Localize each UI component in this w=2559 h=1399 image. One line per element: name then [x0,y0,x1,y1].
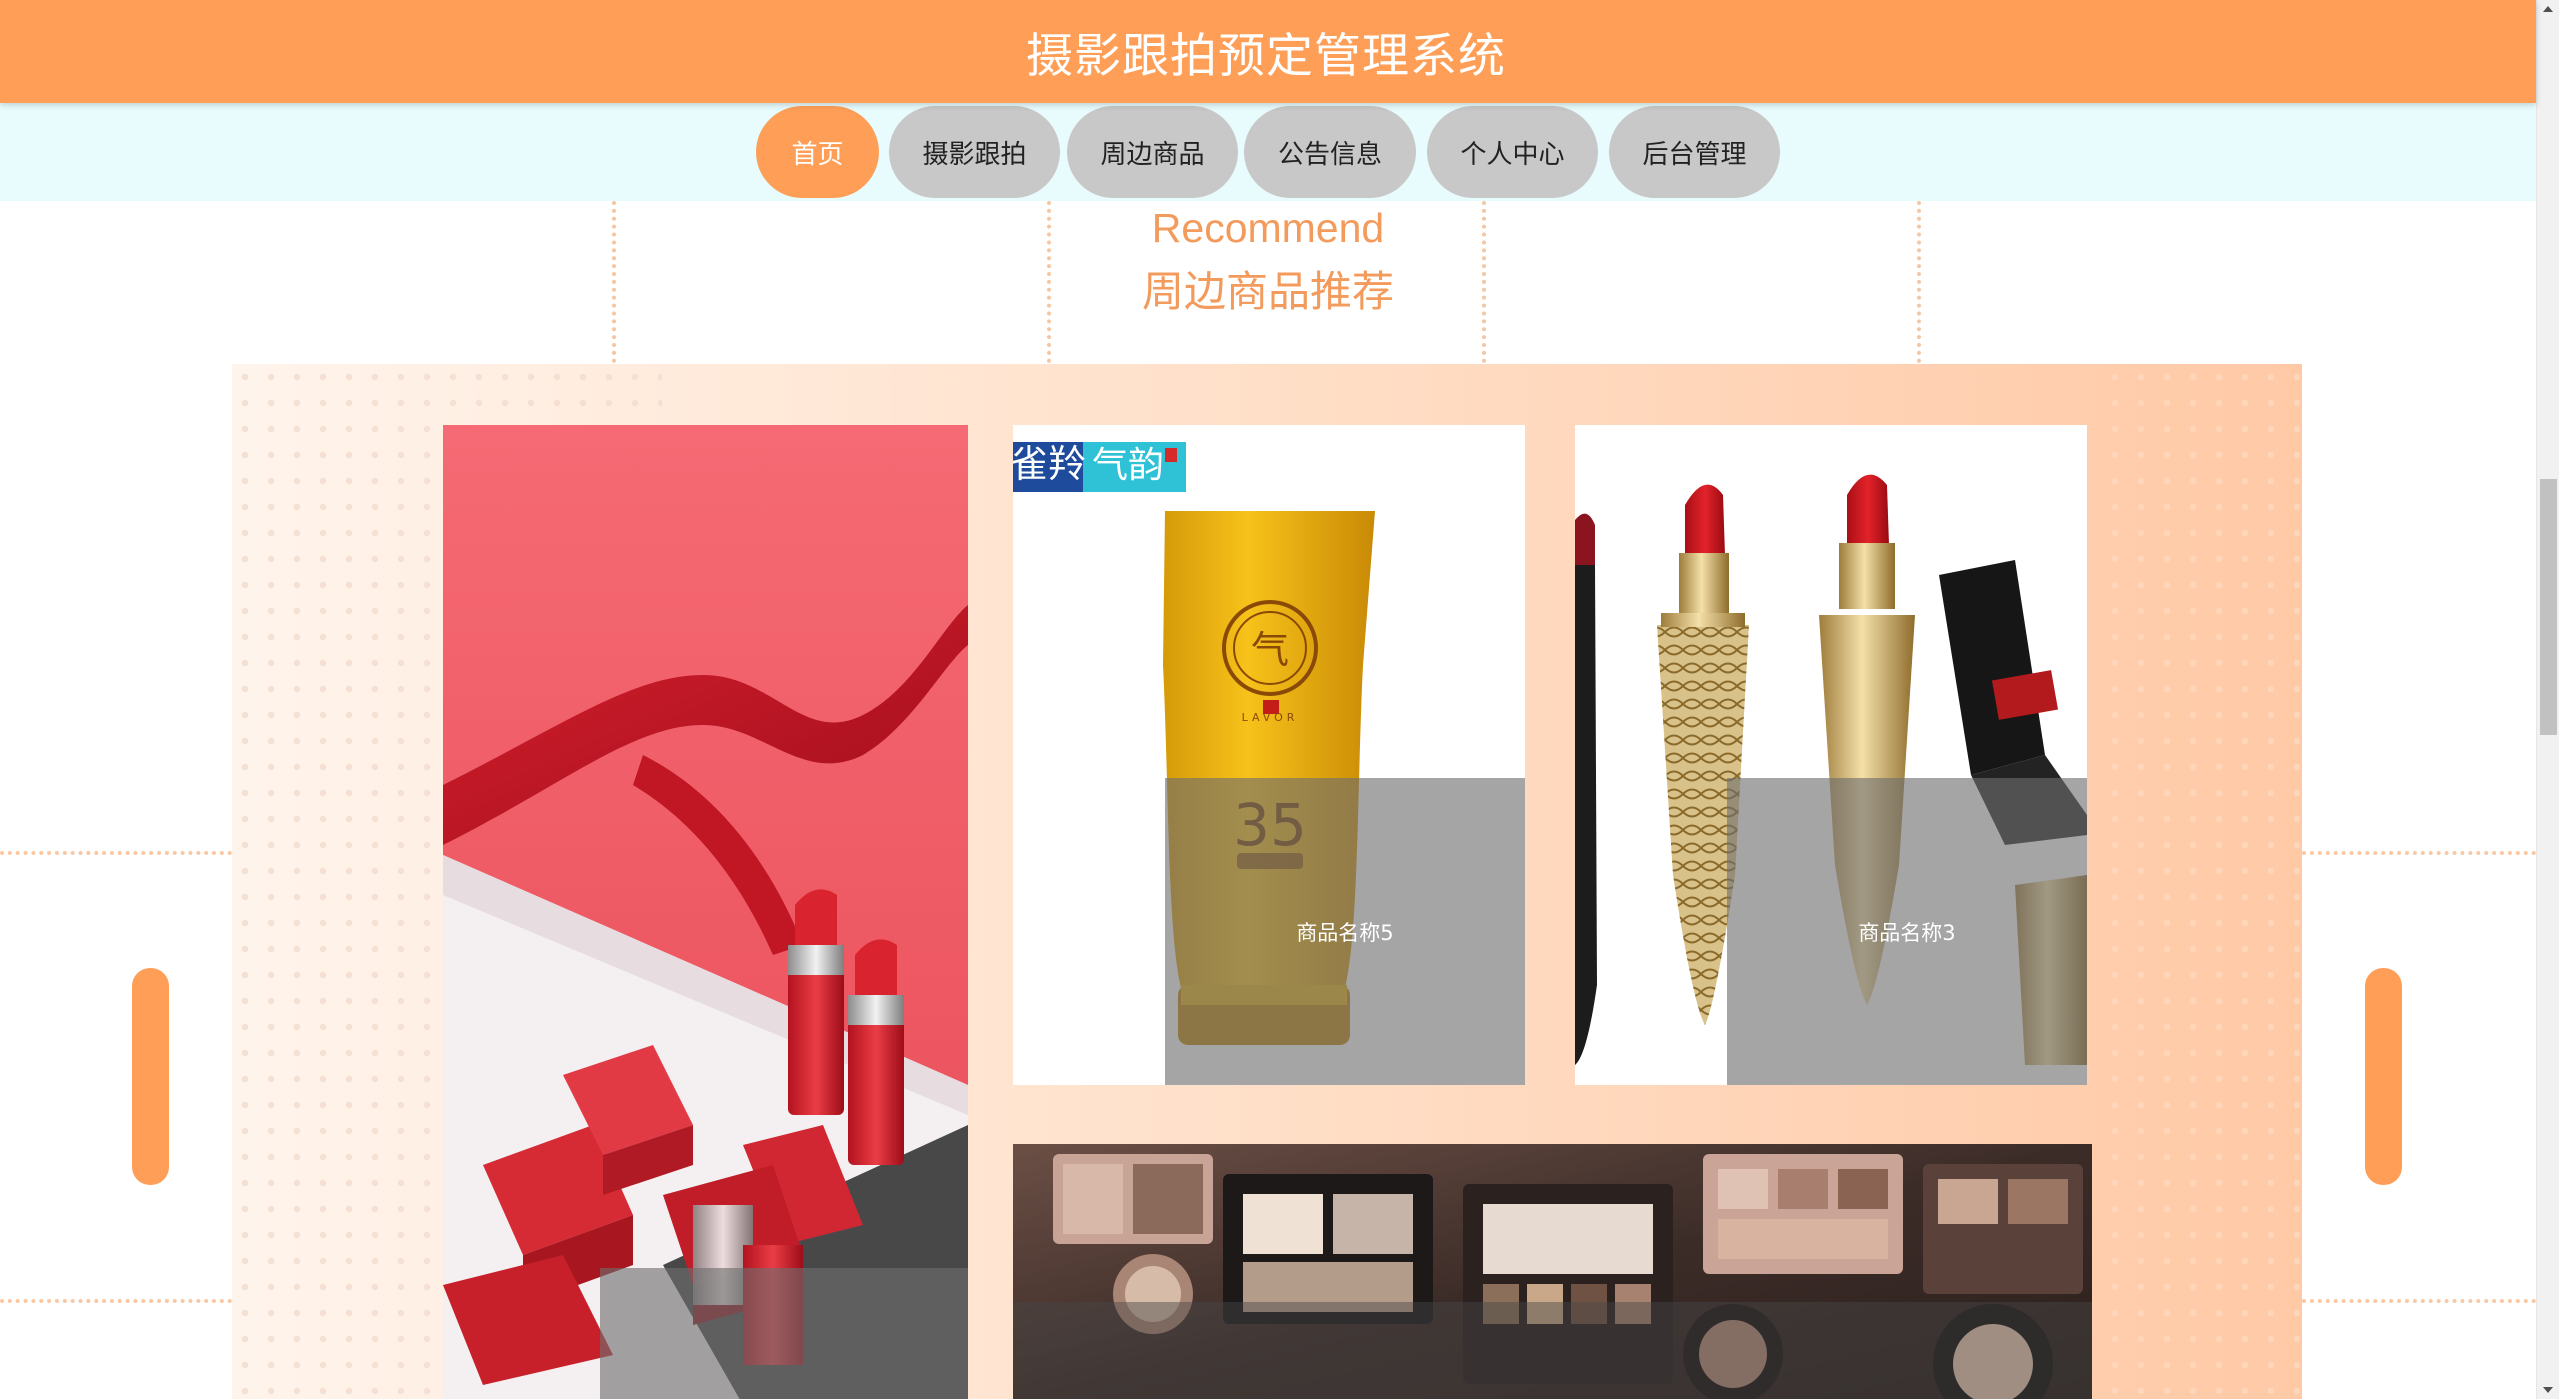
nav-item-announcements[interactable]: 公告信息 [1244,106,1416,198]
nav-item-photography[interactable]: 摄影跟拍 [889,106,1060,198]
red-lipstick-image [443,425,968,1399]
tube-logo: 气 [1251,628,1289,672]
nav-item-home[interactable]: 首页 [756,106,879,198]
product-name-overlay [600,1268,968,1399]
product-name: 商品名称5 [1296,920,1394,945]
svg-text:LAVOR: LAVOR [1242,711,1299,724]
decor-line [2302,1299,2536,1303]
product-card-red-lipstick[interactable] [443,425,968,1399]
site-title: 摄影跟拍预定管理系统 [1026,29,1506,84]
main-nav: 首页 摄影跟拍 周边商品 公告信息 个人中心 后台管理 [0,103,2536,201]
product-card-eyeshadow[interactable] [1013,1144,2092,1399]
product-card-sunscreen[interactable]: 雀羚 气韵 气 LAVOR 35 商品名称5 [1013,425,1525,1085]
site-header: 摄影跟拍预定管理系统 [0,0,2536,103]
product-name: 商品名称3 [1858,920,1956,945]
decor-line [2302,851,2536,855]
product-name-overlay: 商品名称5 [1165,778,1525,1085]
page-scrollbar[interactable] [2536,0,2559,1399]
scroll-down-icon[interactable] [2543,1387,2553,1393]
product-name-overlay [1013,1302,2092,1399]
brand-text-b: 气韵 [1092,445,1164,486]
product-panel: 雀羚 气韵 气 LAVOR 35 商品名称5 [232,364,2302,1399]
nav-item-products[interactable]: 周边商品 [1067,106,1238,198]
product-name-overlay: 商品名称3 [1727,778,2087,1085]
carousel-prev-button[interactable] [132,968,169,1185]
decor-line [0,851,232,855]
dot-pattern [2102,364,2302,1399]
page: 摄影跟拍预定管理系统 首页 摄影跟拍 周边商品 公告信息 个人中心 后台管理 R… [0,0,2559,1399]
nav-item-personal-center[interactable]: 个人中心 [1427,106,1598,198]
section-title-cn: 周边商品推荐 [1141,267,1394,316]
scrollbar-thumb[interactable] [2540,479,2557,735]
scroll-up-icon[interactable] [2543,6,2553,12]
section-title-en: Recommend [1151,205,1385,251]
carousel-next-button[interactable] [2365,968,2402,1185]
product-card-gold-lipstick[interactable]: 商品名称3 [1575,425,2087,1085]
decor-line [0,1299,232,1303]
brand-text-a: 雀羚 [1013,442,1086,486]
nav-item-admin[interactable]: 后台管理 [1609,106,1780,198]
